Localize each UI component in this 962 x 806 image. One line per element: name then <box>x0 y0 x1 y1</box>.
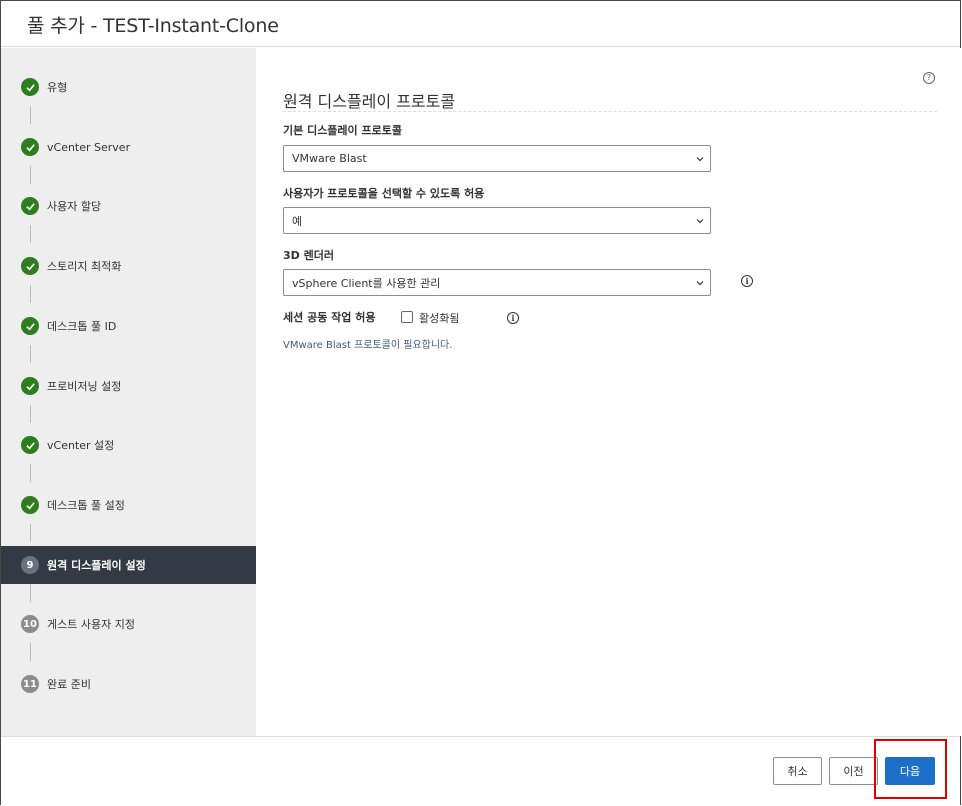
step-number: 11 <box>21 675 39 693</box>
check-icon <box>21 496 39 514</box>
default-protocol-select[interactable]: VMware Blast <box>283 145 711 172</box>
default-protocol-label: 기본 디스플레이 프로토콜 <box>283 124 402 137</box>
section-divider <box>283 111 937 112</box>
step-connector <box>30 345 31 363</box>
session-collab-checkbox-label[interactable]: 활성화됨 <box>419 310 459 326</box>
wizard-step-1[interactable]: 유형 <box>1 68 256 106</box>
wizard-steps-sidebar: 유형 vCenter Server 사용자 할당스토리지 최적화데스크톱 풀 ID 프… <box>1 48 256 736</box>
wizard-step-4[interactable]: 스토리지 최적화 <box>1 247 256 285</box>
check-icon <box>21 436 39 454</box>
step-connector <box>30 643 31 661</box>
next-button[interactable]: 다음 <box>885 757 935 785</box>
wizard-step-2[interactable]: vCenter Server <box>1 128 256 166</box>
dialog-titlebar: 풀 추가 - TEST-Instant-Clone <box>1 1 960 47</box>
chevron-down-icon <box>696 219 704 224</box>
blast-required-note: VMware Blast 프로토콜이 필요합니다. <box>283 340 453 351</box>
check-icon <box>21 257 39 275</box>
wizard-step-label: 원격 디스플레이 설정 <box>47 559 146 572</box>
main-content: ? 원격 디스플레이 프로토콜 기본 디스플레이 프로토콜 VMware Bla… <box>257 48 961 736</box>
step-connector <box>30 405 31 423</box>
wizard-step-5[interactable]: 데스크톱 풀 ID <box>1 307 256 345</box>
session-collab-checkbox[interactable] <box>401 311 413 323</box>
chevron-down-icon <box>696 281 704 286</box>
step-number: 9 <box>21 556 39 574</box>
wizard-step-label: 유형 <box>47 81 68 94</box>
allow-user-choose-select[interactable]: 예 <box>283 207 711 234</box>
step-connector <box>30 464 31 482</box>
session-collab-label: 세션 공동 작업 허용 <box>283 311 376 324</box>
wizard-step-10: 10 게스트 사용자 지정 <box>1 605 256 643</box>
wizard-step-9: 9 원격 디스플레이 설정 <box>1 546 256 584</box>
wizard-step-11: 11 완료 준비 <box>1 665 256 703</box>
step-number: 10 <box>21 615 39 633</box>
renderer-3d-label: 3D 렌더러 <box>283 249 334 262</box>
section-title: 원격 디스플레이 프로토콜 <box>283 92 456 111</box>
wizard-step-7[interactable]: vCenter 설정 <box>1 426 256 464</box>
step-connector <box>30 524 31 542</box>
allow-user-choose-label: 사용자가 프로토콜을 선택할 수 있도록 허용 <box>283 187 485 200</box>
wizard-step-label: 사용자 할당 <box>47 200 102 213</box>
wizard-step-3[interactable]: 사용자 할당 <box>1 187 256 225</box>
wizard-step-label: vCenter Server <box>47 140 131 154</box>
step-connector <box>30 106 31 124</box>
wizard-step-label: 게스트 사용자 지정 <box>47 618 135 631</box>
wizard-step-label: 스토리지 최적화 <box>47 260 122 273</box>
info-icon[interactable]: i <box>507 312 519 324</box>
cancel-button[interactable]: 취소 <box>773 757 822 785</box>
wizard-step-8[interactable]: 데스크톱 풀 설정 <box>1 486 256 524</box>
check-icon <box>21 377 39 395</box>
renderer-3d-select[interactable]: vSphere Client를 사용한 관리 <box>283 269 711 296</box>
wizard-step-6[interactable]: 프로비저닝 설정 <box>1 367 256 405</box>
wizard-step-label: 프로비저닝 설정 <box>47 380 122 393</box>
step-connector <box>30 166 31 184</box>
chevron-down-icon <box>696 157 704 162</box>
step-connector <box>30 285 31 303</box>
dialog-footer: 취소 이전 다음 <box>1 736 960 806</box>
help-icon[interactable]: ? <box>923 72 935 84</box>
renderer-3d-value: vSphere Client를 사용한 관리 <box>292 276 441 290</box>
step-connector <box>30 225 31 243</box>
wizard-step-label: vCenter 설정 <box>47 439 115 452</box>
default-protocol-value: VMware Blast <box>292 152 367 165</box>
dialog-title: 풀 추가 - TEST-Instant-Clone <box>27 15 279 37</box>
wizard-step-label: 완료 준비 <box>47 678 91 691</box>
check-icon <box>21 197 39 215</box>
wizard-step-label: 데스크톱 풀 설정 <box>47 499 125 512</box>
allow-user-choose-value: 예 <box>292 214 303 228</box>
check-icon <box>21 78 39 96</box>
step-connector <box>30 584 31 602</box>
wizard-step-label: 데스크톱 풀 ID <box>47 320 117 333</box>
check-icon <box>21 138 39 156</box>
add-pool-dialog: 풀 추가 - TEST-Instant-Clone 유형 vCenter Serv… <box>0 0 961 806</box>
info-icon[interactable]: i <box>741 275 753 287</box>
back-button[interactable]: 이전 <box>829 757 878 785</box>
check-icon <box>21 317 39 335</box>
